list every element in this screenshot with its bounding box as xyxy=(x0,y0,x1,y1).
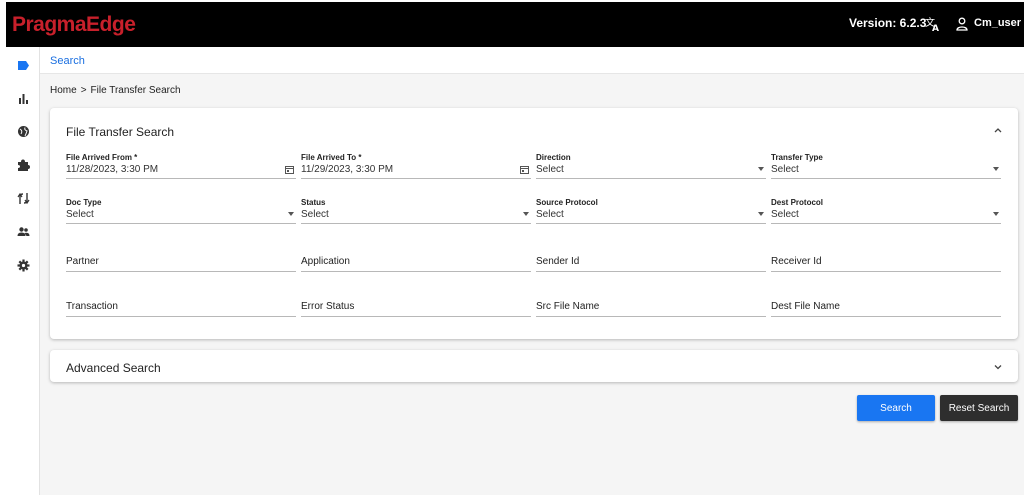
sidebar-item-users[interactable] xyxy=(15,223,31,239)
calendar-icon[interactable] xyxy=(520,165,529,174)
dropdown-caret-icon xyxy=(523,212,529,216)
file-transfer-search-card: File Transfer Search File Arrived From *… xyxy=(50,108,1018,339)
dropdown-caret-icon xyxy=(758,167,764,171)
field-label: Receiver Id xyxy=(771,256,822,267)
globe-icon xyxy=(17,125,29,137)
doc-type-select[interactable]: Doc Type Select xyxy=(66,198,296,224)
sidebar-item-search[interactable] xyxy=(15,57,31,73)
dropdown-caret-icon xyxy=(993,167,999,171)
top-bar: PragmaEdge Version: 6.2.3 文 A Cm_user xyxy=(6,2,1024,47)
field-value: 11/29/2023, 3:30 PM xyxy=(301,164,394,175)
field-label: Transaction xyxy=(66,301,118,312)
field-value: Select xyxy=(536,164,564,175)
dest-protocol-select[interactable]: Dest Protocol Select xyxy=(771,198,1001,224)
field-value: Select xyxy=(536,209,564,220)
field-label: Partner xyxy=(66,256,99,267)
chevron-down-icon[interactable] xyxy=(992,361,1004,373)
calendar-icon[interactable] xyxy=(285,165,294,174)
field-label: Status xyxy=(301,198,326,207)
dest-file-name-input[interactable]: Dest File Name xyxy=(771,299,1001,317)
field-label: Error Status xyxy=(301,301,355,312)
field-label: Dest File Name xyxy=(771,301,840,312)
field-value: Select xyxy=(771,164,799,175)
src-file-name-input[interactable]: Src File Name xyxy=(536,299,766,317)
chevron-up-icon[interactable] xyxy=(992,124,1004,136)
field-value: Select xyxy=(66,209,94,220)
advanced-search-title: Advanced Search xyxy=(66,361,161,375)
users-icon xyxy=(17,226,29,236)
subheader-title[interactable]: Search xyxy=(50,55,85,67)
receiver-id-input[interactable]: Receiver Id xyxy=(771,254,1001,272)
field-label: Sender Id xyxy=(536,256,580,267)
logo[interactable]: PragmaEdge xyxy=(12,13,136,37)
dropdown-caret-icon xyxy=(288,212,294,216)
sidebar xyxy=(6,47,40,495)
breadcrumb-home[interactable]: Home xyxy=(50,85,77,96)
error-status-input[interactable]: Error Status xyxy=(301,299,531,317)
file-arrived-to-field[interactable]: File Arrived To * 11/29/2023, 3:30 PM xyxy=(301,153,531,179)
sidebar-item-dashboard[interactable] xyxy=(15,90,31,106)
sidebar-item-extensions[interactable] xyxy=(15,157,31,173)
sidebar-item-global[interactable] xyxy=(15,123,31,139)
breadcrumb-separator: > xyxy=(80,85,87,96)
advanced-search-panel[interactable]: Advanced Search xyxy=(50,350,1018,382)
field-label: Application xyxy=(301,256,350,267)
transfer-type-select[interactable]: Transfer Type Select xyxy=(771,153,1001,179)
source-protocol-select[interactable]: Source Protocol Select xyxy=(536,198,766,224)
sidebar-item-routes[interactable] xyxy=(15,190,31,206)
card-title: File Transfer Search xyxy=(66,125,175,139)
svg-text:A: A xyxy=(932,24,939,32)
field-label: Direction xyxy=(536,153,571,162)
username[interactable]: Cm_user xyxy=(974,17,1021,29)
field-label: Doc Type xyxy=(66,198,102,207)
application-input[interactable]: Application xyxy=(301,254,531,272)
field-label: Source Protocol xyxy=(536,198,598,207)
search-button[interactable]: Search xyxy=(857,395,935,421)
field-label: Src File Name xyxy=(536,301,600,312)
route-icon xyxy=(17,192,29,204)
puzzle-icon xyxy=(17,159,30,171)
version-label: Version: 6.2.3 xyxy=(849,16,927,30)
translate-icon[interactable]: 文 A xyxy=(925,16,941,32)
partner-input[interactable]: Partner xyxy=(66,254,296,272)
reset-search-button[interactable]: Reset Search xyxy=(940,395,1018,421)
gear-icon xyxy=(17,259,29,271)
app-frame: PragmaEdge Version: 6.2.3 文 A Cm_user Se… xyxy=(6,2,1024,495)
field-label: File Arrived From * xyxy=(66,153,138,162)
field-value: Select xyxy=(301,209,329,220)
sidebar-item-settings[interactable] xyxy=(15,257,31,273)
breadcrumb-current: File Transfer Search xyxy=(90,85,181,96)
dropdown-caret-icon xyxy=(993,212,999,216)
field-label: Transfer Type xyxy=(771,153,823,162)
subheader: Search xyxy=(40,47,1024,74)
bar-chart-icon xyxy=(18,93,28,104)
direction-select[interactable]: Direction Select xyxy=(536,153,766,179)
field-value: 11/28/2023, 3:30 PM xyxy=(66,164,159,175)
user-icon[interactable] xyxy=(956,17,968,31)
search-tag-icon xyxy=(17,60,29,70)
dropdown-caret-icon xyxy=(758,212,764,216)
field-value: Select xyxy=(771,209,799,220)
breadcrumb: Home > File Transfer Search xyxy=(50,85,181,96)
sender-id-input[interactable]: Sender Id xyxy=(536,254,766,272)
transaction-input[interactable]: Transaction xyxy=(66,299,296,317)
status-select[interactable]: Status Select xyxy=(301,198,531,224)
file-arrived-from-field[interactable]: File Arrived From * 11/28/2023, 3:30 PM xyxy=(66,153,296,179)
field-label: File Arrived To * xyxy=(301,153,362,162)
field-label: Dest Protocol xyxy=(771,198,824,207)
